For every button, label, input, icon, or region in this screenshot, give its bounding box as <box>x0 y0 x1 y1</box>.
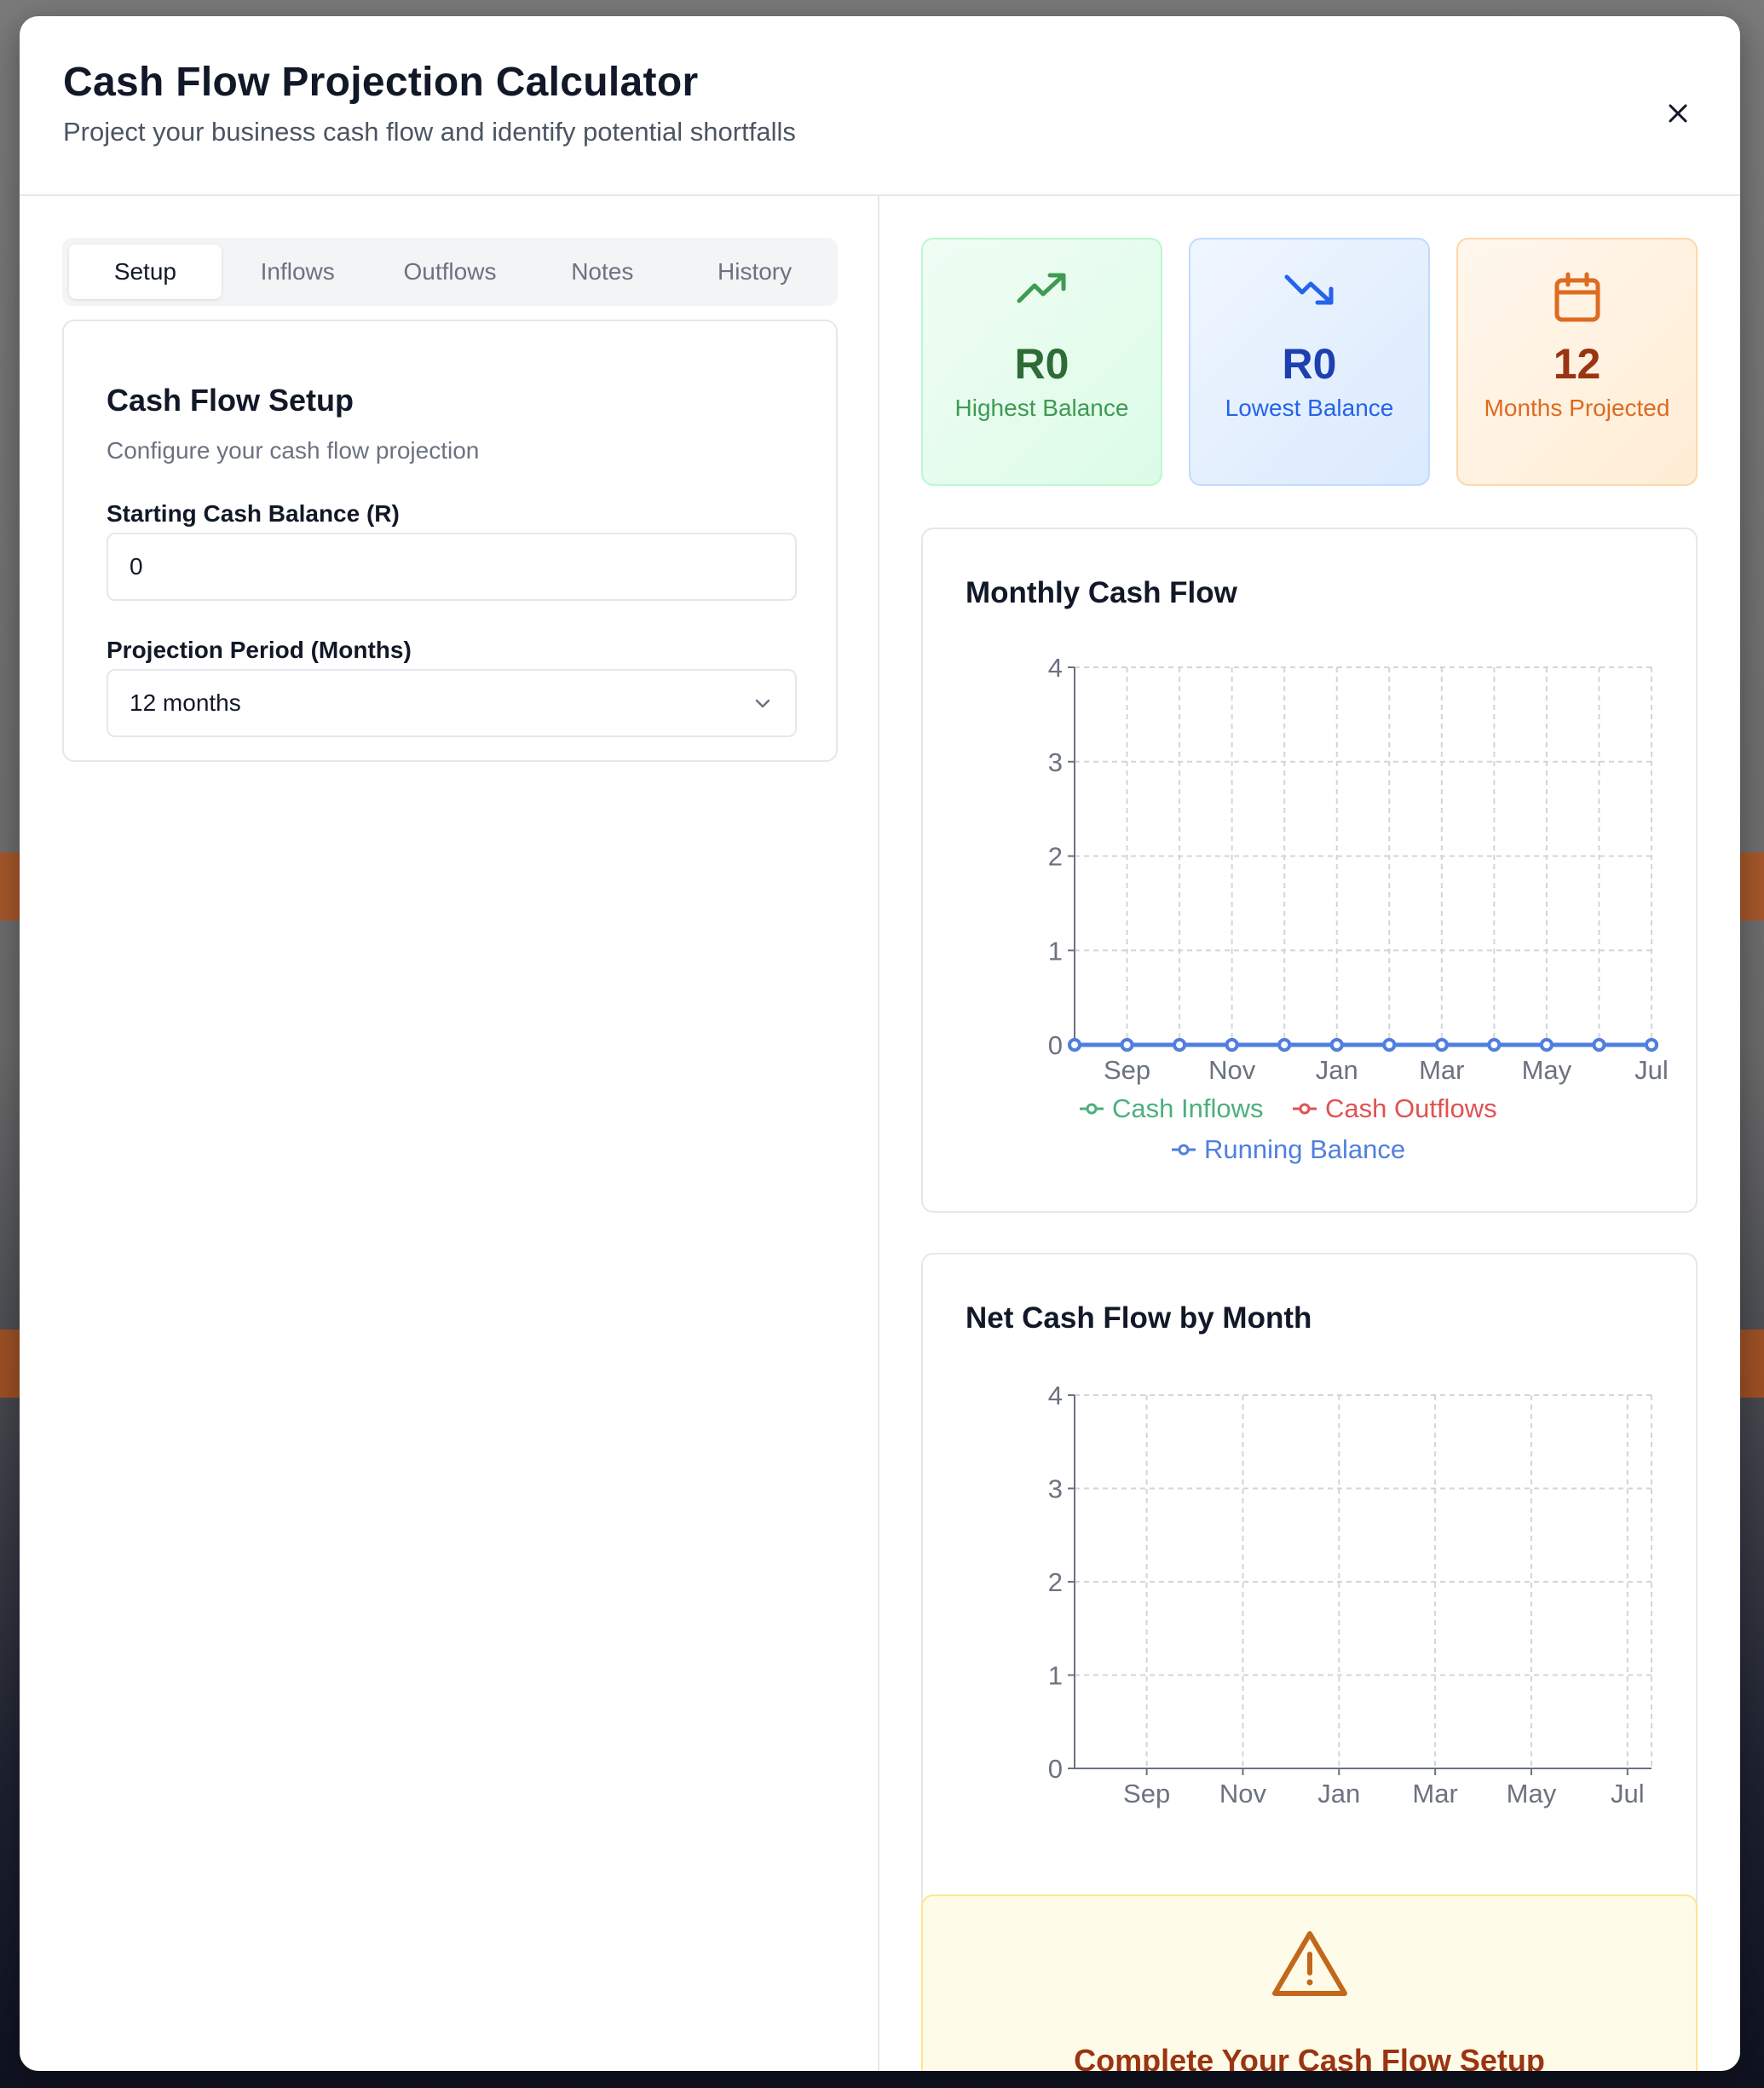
lowest-balance-card: R0 Lowest Balance <box>1189 238 1430 486</box>
x-tick-label: May <box>1507 1779 1557 1808</box>
x-tick-label: Sep <box>1123 1779 1170 1808</box>
tab-history[interactable]: History <box>678 245 831 299</box>
background-strip <box>0 1330 20 1398</box>
highest-balance-card: R0 Highest Balance <box>921 238 1162 486</box>
warning-icon <box>1271 1931 1347 1996</box>
setup-description: Configure your cash flow projection <box>107 437 480 464</box>
x-tick-label: Nov <box>1208 1055 1256 1085</box>
y-tick-label: 3 <box>1048 747 1063 777</box>
legend-marker-point <box>1178 1144 1190 1156</box>
running-balance-point <box>1487 1038 1502 1052</box>
projection-period-select[interactable]: 12 months <box>107 669 797 737</box>
legend-label: Running Balance <box>1204 1134 1405 1164</box>
x-tick-label: Mar <box>1419 1055 1464 1085</box>
modal-header: Cash Flow Projection Calculator Project … <box>20 16 1740 196</box>
tab-bar: Setup Inflows Outflows Notes History <box>62 238 838 306</box>
y-tick-label: 4 <box>1048 653 1063 683</box>
monthly-cash-flow-card: Monthly Cash Flow 0 1 2 3 4 Sep Nov Jan Mar May Ju… <box>921 528 1698 1213</box>
background-strip <box>0 852 20 920</box>
legend-marker-point <box>1299 1103 1311 1115</box>
calendar-icon <box>1554 272 1600 322</box>
running-balance-point <box>1225 1038 1239 1052</box>
highest-balance-value: R0 <box>1014 340 1069 388</box>
y-tick-label: 4 <box>1048 1381 1063 1410</box>
x-tick-label: Mar <box>1412 1779 1457 1808</box>
running-balance-point <box>1434 1038 1449 1052</box>
y-tick-label: 1 <box>1048 936 1063 966</box>
starting-balance-input[interactable]: 0 <box>107 533 797 601</box>
x-tick-label: Jul <box>1634 1055 1669 1085</box>
lowest-balance-label: Lowest Balance <box>1225 395 1394 421</box>
y-tick-label: 3 <box>1048 1474 1063 1504</box>
tab-outflows[interactable]: Outflows <box>374 245 527 299</box>
y-tick-label: 0 <box>1048 1754 1063 1784</box>
projection-period-label: Projection Period (Months) <box>107 637 412 663</box>
projection-period-value: 12 months <box>130 689 241 716</box>
x-tick-label: Jan <box>1316 1055 1358 1085</box>
months-projected-card: 12 Months Projected <box>1456 238 1698 486</box>
months-projected-value: 12 <box>1553 340 1601 388</box>
y-tick-label: 2 <box>1048 842 1063 872</box>
running-balance-point <box>1173 1038 1187 1052</box>
tab-inflows[interactable]: Inflows <box>222 245 374 299</box>
starting-balance-value: 0 <box>130 553 143 580</box>
legend-marker-point <box>1086 1103 1098 1115</box>
running-balance-point <box>1592 1038 1606 1052</box>
net-cash-flow-card: Net Cash Flow by Month 0 1 2 3 4 Sep Nov Jan Mar… <box>921 1253 1698 1938</box>
cash-flow-modal: Cash Flow Projection Calculator Project … <box>20 16 1740 2071</box>
starting-balance-label: Starting Cash Balance (R) <box>107 500 400 527</box>
background-strip <box>1740 852 1764 920</box>
running-balance-point <box>1277 1038 1292 1052</box>
x-tick-label: Nov <box>1219 1779 1267 1808</box>
background-strip <box>1740 1330 1764 1398</box>
tab-setup[interactable]: Setup <box>69 245 222 299</box>
chevron-down-icon <box>755 699 770 708</box>
close-button[interactable] <box>1654 89 1702 137</box>
alert-title: Complete Your Cash Flow Setup <box>1074 2043 1545 2071</box>
running-balance-point <box>1329 1038 1344 1052</box>
x-tick-label: Jan <box>1317 1779 1360 1808</box>
net-cash-flow-chart: 0 1 2 3 4 Sep Nov Jan Mar May Jul <box>1048 1381 1652 1808</box>
running-balance-point <box>1068 1038 1081 1052</box>
legend-label: Cash Outflows <box>1325 1093 1497 1123</box>
trending-down-icon <box>1284 274 1333 305</box>
y-tick-label: 0 <box>1048 1030 1063 1060</box>
monthly-cash-flow-chart: 0 1 2 3 4 Sep Nov Jan Mar May Jul Cash Inflows Cash … <box>1048 653 1669 1164</box>
setup-card: Cash Flow Setup Configure your cash flow… <box>62 320 838 762</box>
x-tick-label: May <box>1522 1055 1572 1085</box>
y-tick-label: 1 <box>1048 1661 1063 1691</box>
close-icon <box>1669 104 1687 123</box>
tab-notes[interactable]: Notes <box>526 245 678 299</box>
setup-alert: Complete Your Cash Flow Setup <box>921 1895 1698 2071</box>
lowest-balance-value: R0 <box>1282 340 1337 388</box>
trending-up-icon <box>1017 273 1065 303</box>
column-divider <box>878 196 879 2071</box>
months-projected-label: Months Projected <box>1484 395 1670 421</box>
x-tick-label: Jul <box>1611 1779 1645 1808</box>
modal-title: Cash Flow Projection Calculator <box>63 60 699 105</box>
running-balance-point <box>1539 1038 1554 1052</box>
highest-balance-label: Highest Balance <box>954 395 1129 421</box>
x-tick-label: Sep <box>1104 1055 1150 1085</box>
modal-subtitle: Project your business cash flow and iden… <box>63 117 796 147</box>
y-tick-label: 2 <box>1048 1567 1063 1597</box>
setup-title: Cash Flow Setup <box>107 383 355 418</box>
running-balance-point <box>1120 1038 1134 1052</box>
running-balance-point <box>1645 1038 1658 1052</box>
running-balance-point <box>1382 1038 1397 1052</box>
legend-label: Cash Inflows <box>1112 1093 1263 1123</box>
